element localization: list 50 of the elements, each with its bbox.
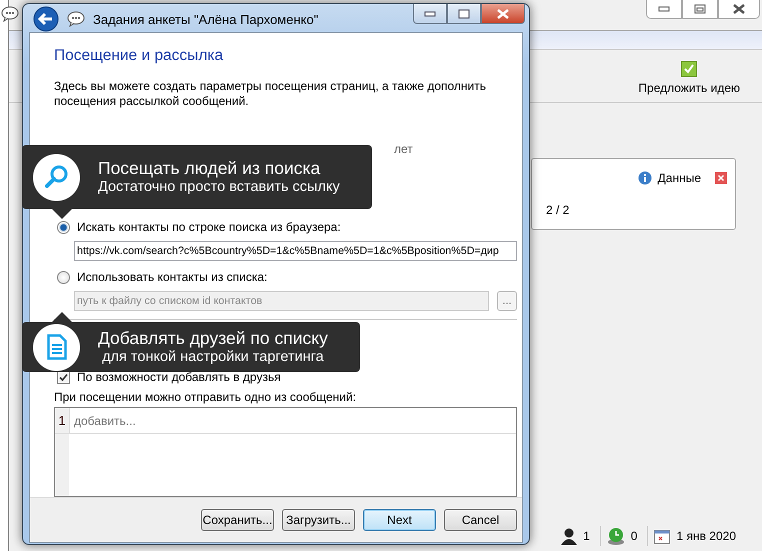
close-button[interactable] — [481, 4, 525, 24]
dialog-button[interactable]: Cancel — [444, 509, 517, 531]
search-url-field[interactable]: https://vk.com/search?c%5Bcountry%5D=1&c%5Bname%5D=1&c%5Bposition%5D=дир — [74, 241, 517, 261]
suggest-idea-button[interactable]: Предложить идею — [632, 50, 746, 102]
search-icon — [44, 164, 70, 190]
online-count: 0 — [630, 528, 638, 542]
radio-label: Использовать контакты из списка: — [77, 270, 268, 284]
maximize-button[interactable] — [447, 4, 481, 24]
chat-bubble-icon — [1, 6, 19, 22]
checkmark-icon — [681, 61, 698, 77]
radio-button[interactable] — [57, 220, 70, 234]
radio-label: Искать контакты по строке поиска из браузера: — [77, 220, 341, 234]
close-button[interactable] — [718, 0, 760, 19]
line-number: 1 — [55, 408, 69, 434]
dialog-button[interactable]: Next — [363, 509, 436, 531]
tooltip-title: Добавлять друзей по списку — [98, 328, 328, 348]
back-button[interactable] — [33, 6, 59, 32]
tooltip-subtitle: для тонкой настройки таргетинга — [102, 348, 324, 366]
calendar-icon — [654, 528, 670, 544]
description-text: Здесь вы можете создать параметры посещения страниц, а также дополнить посещения рассылкой сообщений. — [54, 79, 488, 109]
document-icon — [46, 334, 66, 360]
tooltip-subtitle: Достаточно просто вставить ссылку — [98, 178, 340, 196]
maximize-icon — [458, 8, 470, 18]
data-link[interactable]: Данные — [658, 171, 701, 185]
user-count: 1 — [583, 528, 590, 542]
dialog-button[interactable]: Загрузить... — [282, 509, 355, 531]
globe-clock-icon — [606, 526, 625, 544]
minimize-icon — [424, 10, 436, 16]
years-label: лет — [394, 142, 413, 156]
date-label: 1 янв 2020 — [676, 528, 736, 542]
minimize-button[interactable] — [646, 0, 682, 19]
checkbox-label: По возможности добавлять в друзья — [77, 370, 281, 384]
progress-count: 2 / 2 — [546, 203, 570, 217]
maximize-icon — [694, 4, 706, 14]
add-message-cell[interactable]: добавить... — [69, 408, 516, 434]
close-icon[interactable] — [715, 172, 727, 184]
radio-button[interactable] — [57, 270, 70, 284]
page-heading: Посещение и рассылка — [54, 47, 224, 65]
dialog-button[interactable]: Сохранить... — [201, 509, 274, 531]
chat-bubble-icon — [67, 11, 85, 27]
messages-label: При посещении можно отправить одно из сообщений: — [54, 390, 358, 404]
minimize-icon — [658, 6, 670, 12]
tooltip-title: Посещать людей из поиска — [98, 158, 320, 178]
window-title: Задания анкеты "Алёна Пархоменко" — [93, 12, 318, 26]
maximize-button[interactable] — [682, 0, 718, 19]
user-icon — [561, 526, 578, 544]
info-icon — [638, 171, 652, 185]
close-icon — [496, 8, 510, 18]
close-icon — [732, 4, 746, 14]
minimize-button[interactable] — [413, 4, 447, 24]
